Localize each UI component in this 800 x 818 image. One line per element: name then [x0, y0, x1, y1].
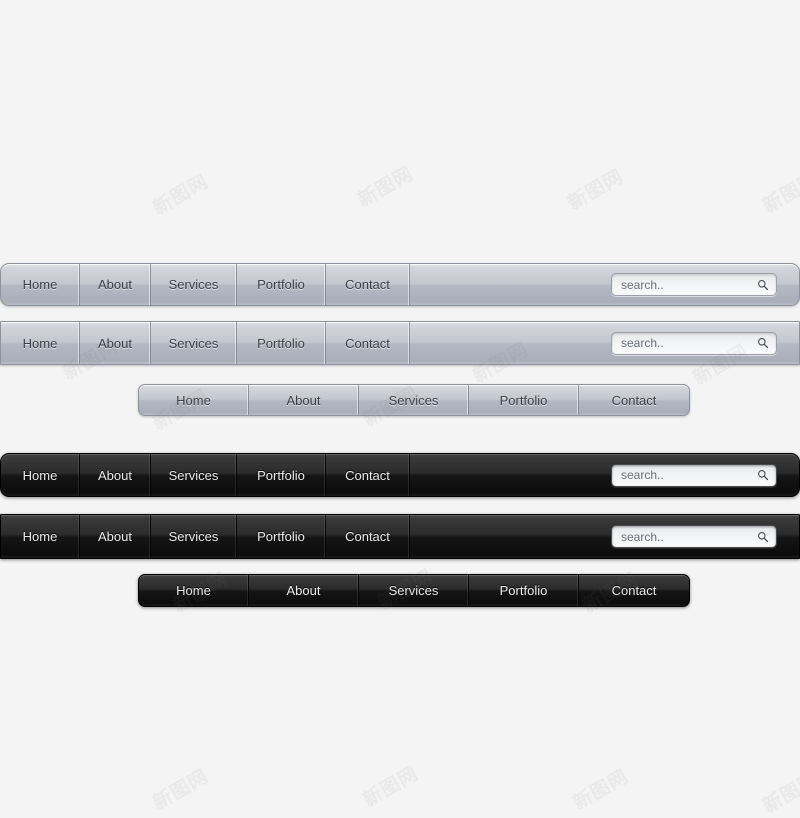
nav-item-label: About — [98, 467, 132, 483]
search-input[interactable] — [612, 526, 776, 547]
navbar-filler — [410, 515, 799, 558]
search-box[interactable] — [611, 273, 777, 296]
nav-item-label: About — [286, 392, 321, 408]
nav-item-about[interactable]: About — [80, 454, 151, 496]
navbar-filler — [410, 322, 799, 364]
nav-tabs: Home About Services Portfolio Contact — [139, 385, 689, 415]
nav-item-label: Home — [22, 277, 58, 292]
nav-item-label: Contact — [345, 277, 390, 292]
search-box[interactable] — [611, 463, 777, 487]
nav-item-about[interactable]: About — [249, 575, 359, 606]
nav-item-portfolio[interactable]: Portfolio — [237, 515, 326, 558]
nav-item-label: Services — [168, 335, 219, 351]
navbar-light-compact: Home About Services Portfolio Contact — [138, 384, 690, 416]
nav-item-label: About — [98, 335, 132, 351]
nav-item-home[interactable]: Home — [139, 385, 249, 415]
nav-item-about[interactable]: About — [249, 385, 359, 415]
nav-item-contact[interactable]: Contact — [326, 264, 410, 305]
nav-tabs: Home About Services Portfolio Contact — [1, 454, 410, 496]
nav-item-services[interactable]: Services — [151, 515, 237, 558]
nav-item-label: Portfolio — [499, 583, 548, 598]
nav-item-contact[interactable]: Contact — [326, 454, 410, 496]
nav-item-label: Home — [176, 392, 211, 408]
search-input[interactable] — [612, 274, 776, 295]
nav-item-contact[interactable]: Contact — [326, 515, 410, 558]
navbar-filler — [410, 264, 799, 305]
nav-item-services[interactable]: Services — [359, 385, 469, 415]
nav-item-label: Contact — [345, 529, 390, 544]
nav-item-label: Contact — [611, 583, 657, 598]
nav-item-home[interactable]: Home — [1, 322, 80, 364]
nav-item-contact[interactable]: Contact — [326, 322, 410, 364]
search-input[interactable] — [612, 464, 776, 486]
nav-item-services[interactable]: Services — [151, 454, 237, 496]
navbar-light-rounded: Home About Services Portfolio Contact — [0, 263, 800, 306]
nav-item-portfolio[interactable]: Portfolio — [237, 454, 326, 496]
nav-item-portfolio[interactable]: Portfolio — [237, 322, 326, 364]
nav-item-label: Portfolio — [257, 467, 305, 483]
nav-item-about[interactable]: About — [80, 322, 151, 364]
nav-item-label: Home — [22, 467, 58, 483]
nav-item-home[interactable]: Home — [1, 264, 80, 305]
nav-item-portfolio[interactable]: Portfolio — [469, 575, 579, 606]
nav-item-label: Portfolio — [499, 392, 548, 408]
nav-item-label: Services — [168, 467, 219, 483]
nav-item-about[interactable]: About — [80, 264, 151, 305]
nav-tabs: Home About Services Portfolio Contact — [1, 264, 410, 305]
nav-item-label: Contact — [611, 392, 657, 408]
navbar-dark-rounded: Home About Services Portfolio Contact — [0, 453, 800, 497]
nav-item-label: Contact — [345, 335, 390, 351]
nav-item-home[interactable]: Home — [1, 454, 80, 496]
nav-item-label: About — [98, 277, 132, 292]
nav-item-services[interactable]: Services — [359, 575, 469, 606]
nav-item-about[interactable]: About — [80, 515, 151, 558]
nav-item-contact[interactable]: Contact — [579, 575, 689, 606]
navbar-showcase: Home About Services Portfolio Contact Ho… — [0, 0, 800, 800]
nav-item-label: About — [98, 529, 132, 544]
search-box[interactable] — [611, 331, 777, 355]
nav-item-label: Services — [168, 529, 219, 544]
nav-item-label: Services — [388, 392, 439, 408]
navbar-dark-square: Home About Services Portfolio Contact — [0, 514, 800, 559]
navbar-filler — [410, 454, 799, 496]
nav-item-portfolio[interactable]: Portfolio — [469, 385, 579, 415]
nav-item-label: Services — [388, 583, 439, 598]
nav-item-label: Services — [168, 277, 219, 292]
nav-item-label: Portfolio — [257, 335, 305, 351]
nav-item-contact[interactable]: Contact — [579, 385, 689, 415]
nav-tabs: Home About Services Portfolio Contact — [1, 515, 410, 558]
nav-item-home[interactable]: Home — [139, 575, 249, 606]
nav-item-home[interactable]: Home — [1, 515, 80, 558]
search-box[interactable] — [611, 525, 777, 548]
nav-tabs: Home About Services Portfolio Contact — [1, 322, 410, 364]
nav-item-label: About — [286, 583, 321, 598]
nav-item-label: Home — [22, 529, 58, 544]
nav-item-label: Home — [176, 583, 211, 598]
navbar-light-square: Home About Services Portfolio Contact — [0, 321, 800, 365]
navbar-dark-compact: Home About Services Portfolio Contact — [138, 574, 690, 607]
nav-item-services[interactable]: Services — [151, 322, 237, 364]
nav-item-label: Portfolio — [257, 277, 305, 292]
nav-item-label: Contact — [345, 467, 390, 483]
nav-tabs: Home About Services Portfolio Contact — [139, 575, 689, 606]
nav-item-label: Portfolio — [257, 529, 305, 544]
nav-item-portfolio[interactable]: Portfolio — [237, 264, 326, 305]
search-input[interactable] — [612, 332, 776, 354]
nav-item-services[interactable]: Services — [151, 264, 237, 305]
nav-item-label: Home — [22, 335, 58, 351]
